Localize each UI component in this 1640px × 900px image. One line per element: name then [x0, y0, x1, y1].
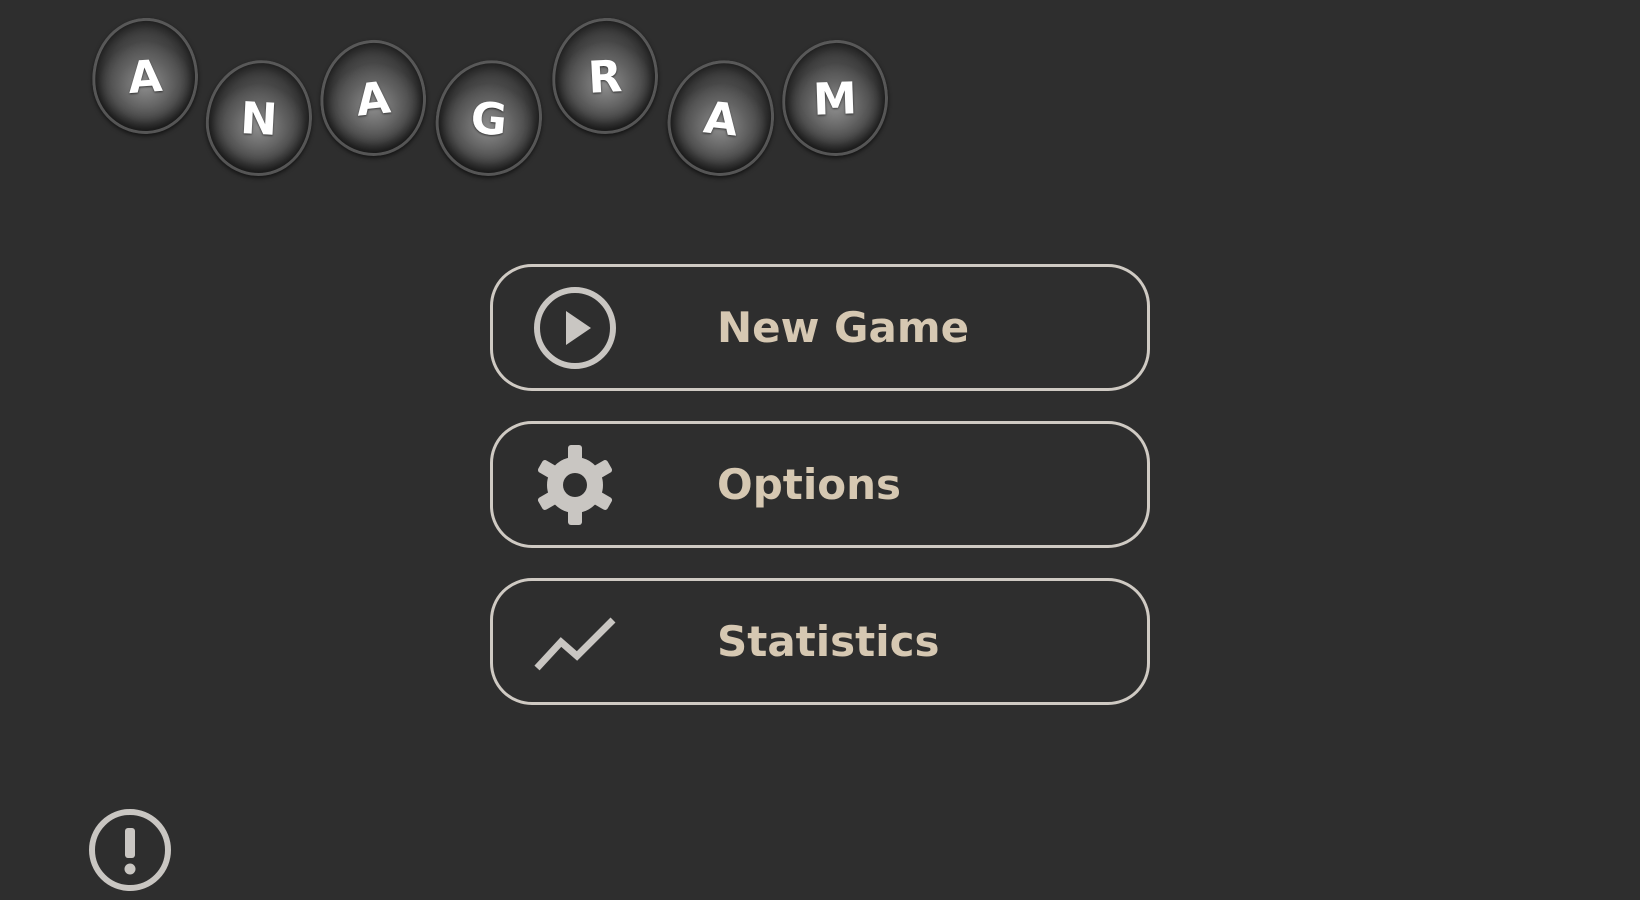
- statistics-label: Statistics: [717, 617, 940, 666]
- logo-tile-letter: A: [353, 72, 393, 127]
- options-button[interactable]: Options: [490, 421, 1150, 548]
- statistics-button[interactable]: Statistics: [490, 578, 1150, 705]
- info-button[interactable]: [86, 806, 174, 894]
- exclamation-circle-icon: [86, 809, 174, 898]
- logo-tile-letter: G: [468, 92, 510, 147]
- play-circle-icon: [531, 284, 619, 372]
- logo-tile-letter: A: [126, 50, 164, 105]
- logo-tile: G: [431, 55, 547, 181]
- logo-tile-letter: M: [812, 73, 858, 126]
- new-game-label: New Game: [717, 303, 970, 352]
- logo-tile: M: [780, 38, 890, 158]
- main-menu-screen: A N A G R A M New Game Options Statistic…: [0, 0, 1640, 900]
- logo-tile: A: [662, 54, 780, 182]
- new-game-button[interactable]: New Game: [490, 264, 1150, 391]
- anagram-logo: A N A G R A M: [0, 0, 920, 190]
- gear-icon: [531, 441, 619, 529]
- main-menu: New Game Options Statistics: [490, 264, 1150, 735]
- trend-line-icon: [531, 598, 619, 686]
- logo-tile: A: [88, 14, 202, 138]
- logo-tile: A: [314, 34, 432, 162]
- logo-tile: R: [549, 15, 661, 137]
- logo-tile: N: [203, 57, 315, 179]
- logo-tile-letter: R: [586, 51, 624, 104]
- options-label: Options: [717, 460, 901, 509]
- logo-tile-letter: A: [701, 92, 741, 147]
- logo-tile-letter: N: [239, 93, 279, 146]
